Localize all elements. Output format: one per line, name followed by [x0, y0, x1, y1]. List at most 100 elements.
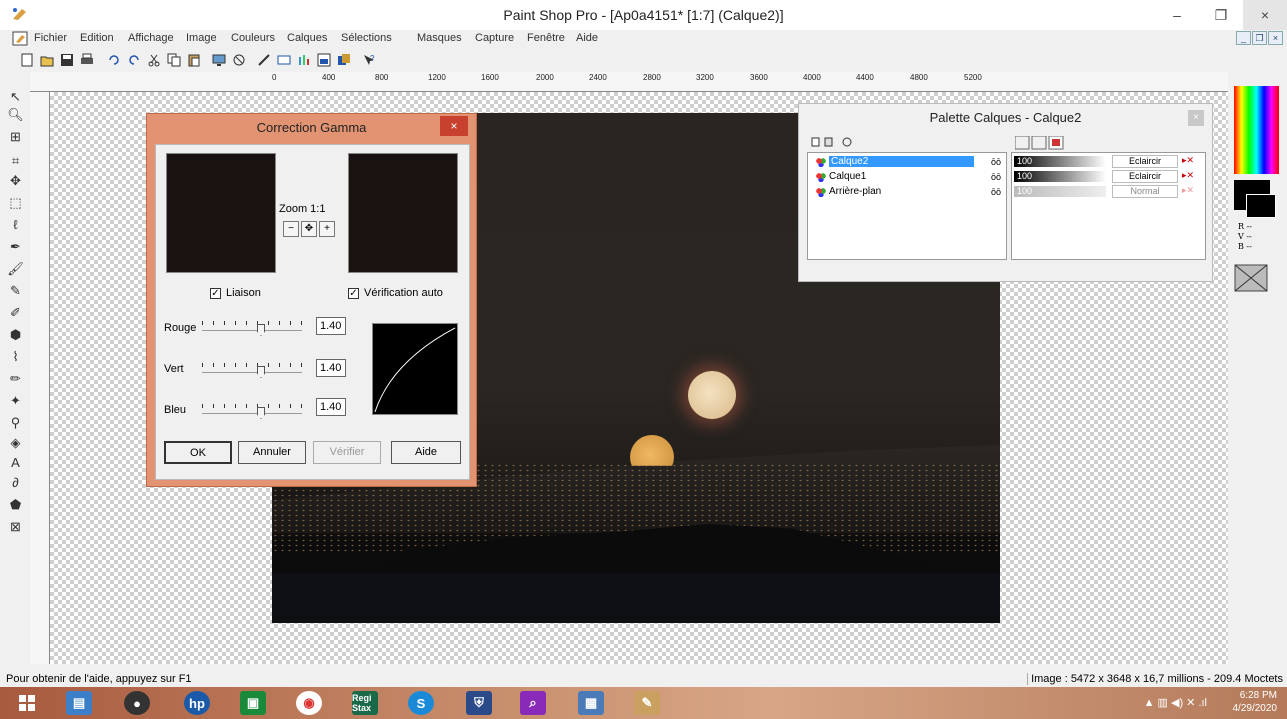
security-app-icon[interactable]: ⛨: [466, 691, 492, 715]
cut-icon[interactable]: [145, 51, 163, 69]
tool-options-icon[interactable]: [255, 51, 273, 69]
background-color-swatch[interactable]: [1246, 194, 1276, 218]
menu-couleurs[interactable]: Couleurs: [231, 32, 275, 44]
arrow-tool-icon[interactable]: ↖: [7, 88, 24, 105]
dropper-tool-icon[interactable]: ✒: [7, 238, 24, 255]
fill-tool-icon[interactable]: ◈: [7, 434, 24, 451]
color-replacer-tool-icon[interactable]: ✐: [7, 304, 24, 321]
texture-swatch-icon[interactable]: [1234, 264, 1268, 292]
color-spectrum[interactable]: [1234, 86, 1279, 174]
zoom-in-icon[interactable]: +: [319, 221, 335, 237]
minimize-button[interactable]: –: [1155, 0, 1199, 30]
preview-before[interactable]: [166, 153, 276, 273]
deform-tool-icon[interactable]: ⊞: [7, 128, 24, 145]
hp-app-icon[interactable]: hp: [184, 691, 210, 715]
layer-row[interactable]: Calque1 ōō: [810, 170, 1004, 183]
palette-close-button[interactable]: ×: [1188, 110, 1204, 126]
chrome-icon[interactable]: ◉: [296, 691, 322, 715]
overview-icon[interactable]: [315, 51, 333, 69]
eraser-tool-icon[interactable]: ✏: [7, 370, 24, 387]
visibility-icon[interactable]: ōō: [991, 187, 1001, 197]
blend-mode-select[interactable]: Normal: [1112, 185, 1178, 198]
crop-tool-icon[interactable]: ⌗: [7, 152, 24, 169]
clock[interactable]: 6:28 PM 4/29/2020: [1233, 689, 1278, 715]
blue-value-field[interactable]: 1.40: [316, 398, 346, 416]
menu-capture[interactable]: Capture: [475, 32, 514, 44]
opacity-bar[interactable]: 100: [1014, 156, 1106, 167]
link-checkbox[interactable]: ✓ Liaison: [210, 287, 261, 299]
paste-icon[interactable]: [185, 51, 203, 69]
help-button[interactable]: Aide: [391, 441, 461, 464]
layer-row[interactable]: Calque2 ōō: [810, 155, 1004, 168]
menu-calques[interactable]: Calques: [287, 32, 327, 44]
visibility-icon[interactable]: ōō: [991, 172, 1001, 182]
layers-toggle-icon[interactable]: [335, 51, 353, 69]
store-icon[interactable]: ▣: [240, 691, 266, 715]
mask-icon[interactable]: ▸✕: [1182, 170, 1194, 181]
lasso-tool-icon[interactable]: ℓ: [7, 216, 24, 233]
photo-app-icon[interactable]: ▦: [578, 691, 604, 715]
registax-icon[interactable]: Regi Stax: [352, 691, 378, 715]
blend-mode-select[interactable]: Eclaircir: [1112, 155, 1178, 168]
mask-icon[interactable]: ▸✕: [1182, 155, 1194, 166]
draw-tool-icon[interactable]: ∂: [7, 474, 24, 491]
mdi-minimize-button[interactable]: _: [1236, 31, 1251, 45]
save-icon[interactable]: [58, 51, 76, 69]
autocheck-checkbox[interactable]: ✓ Vérification auto: [348, 287, 443, 299]
ok-button[interactable]: OK: [164, 441, 232, 464]
red-value-field[interactable]: 1.40: [316, 317, 346, 335]
toolbar-toggle-icon[interactable]: [275, 51, 293, 69]
menu-aide[interactable]: Aide: [576, 32, 598, 44]
cancel-button[interactable]: Annuler: [238, 441, 306, 464]
menu-fenetre[interactable]: Fenêtre: [527, 32, 565, 44]
close-button[interactable]: ×: [1243, 0, 1287, 30]
layer-row[interactable]: Arrière-plan ōō: [810, 185, 1004, 198]
red-slider[interactable]: [202, 321, 302, 336]
menu-fichier[interactable]: Fichier: [34, 32, 67, 44]
dialog-close-button[interactable]: ×: [440, 116, 468, 136]
layer-action-icons[interactable]: [811, 136, 871, 148]
paintbrush-tool-icon[interactable]: 🖌︎: [7, 260, 24, 277]
airbrush-tool-icon[interactable]: ⚲: [7, 414, 24, 431]
search-app-icon[interactable]: ⌕: [520, 691, 546, 715]
visibility-icon[interactable]: ōō: [991, 157, 1001, 167]
maximize-button[interactable]: ❐: [1199, 0, 1243, 30]
move-tool-icon[interactable]: ✥: [7, 172, 24, 189]
blue-slider[interactable]: [202, 404, 302, 419]
green-slider[interactable]: [202, 363, 302, 378]
vector-tool-icon[interactable]: ⊠: [7, 518, 24, 535]
blend-mode-select[interactable]: Eclaircir: [1112, 170, 1178, 183]
paint-shop-pro-taskbar-icon[interactable]: ✎: [634, 691, 660, 715]
mask-icon[interactable]: ▸✕: [1182, 185, 1194, 196]
new-icon[interactable]: [18, 51, 36, 69]
context-help-icon[interactable]: ?: [360, 51, 378, 69]
histogram-icon[interactable]: [295, 51, 313, 69]
menu-image[interactable]: Image: [186, 32, 217, 44]
menu-affichage[interactable]: Affichage: [128, 32, 174, 44]
text-tool-icon[interactable]: A: [7, 454, 24, 471]
open-icon[interactable]: [38, 51, 56, 69]
green-slider-thumb[interactable]: [257, 366, 265, 378]
retouch-tool-icon[interactable]: ⬢: [7, 326, 24, 343]
menu-selections[interactable]: Sélections: [341, 32, 392, 44]
copy-icon[interactable]: [165, 51, 183, 69]
redo-icon[interactable]: [125, 51, 143, 69]
pan-icon[interactable]: ✥: [301, 221, 317, 237]
green-value-field[interactable]: 1.40: [316, 359, 346, 377]
layer-tab-icons[interactable]: [1015, 136, 1075, 150]
color-picker-icon[interactable]: [230, 51, 248, 69]
scratch-remover-icon[interactable]: ⌇: [7, 348, 24, 365]
print-icon[interactable]: [78, 51, 96, 69]
opacity-bar[interactable]: 100: [1014, 171, 1106, 182]
shape-tool-icon[interactable]: ⬟: [7, 496, 24, 513]
windows-start-icon[interactable]: [14, 691, 40, 715]
skype-icon[interactable]: S: [408, 691, 434, 715]
opacity-bar[interactable]: 100: [1014, 186, 1106, 197]
system-tray-icons[interactable]: ▲ ▥ ◀) ✕ .ıl: [1144, 696, 1207, 709]
full-screen-icon[interactable]: [210, 51, 228, 69]
blue-slider-thumb[interactable]: [257, 407, 265, 419]
selection-tool-icon[interactable]: ⬚: [7, 194, 24, 211]
mdi-close-button[interactable]: ×: [1268, 31, 1283, 45]
webcam-app-icon[interactable]: ●: [124, 691, 150, 715]
menu-edition[interactable]: Edition: [80, 32, 114, 44]
